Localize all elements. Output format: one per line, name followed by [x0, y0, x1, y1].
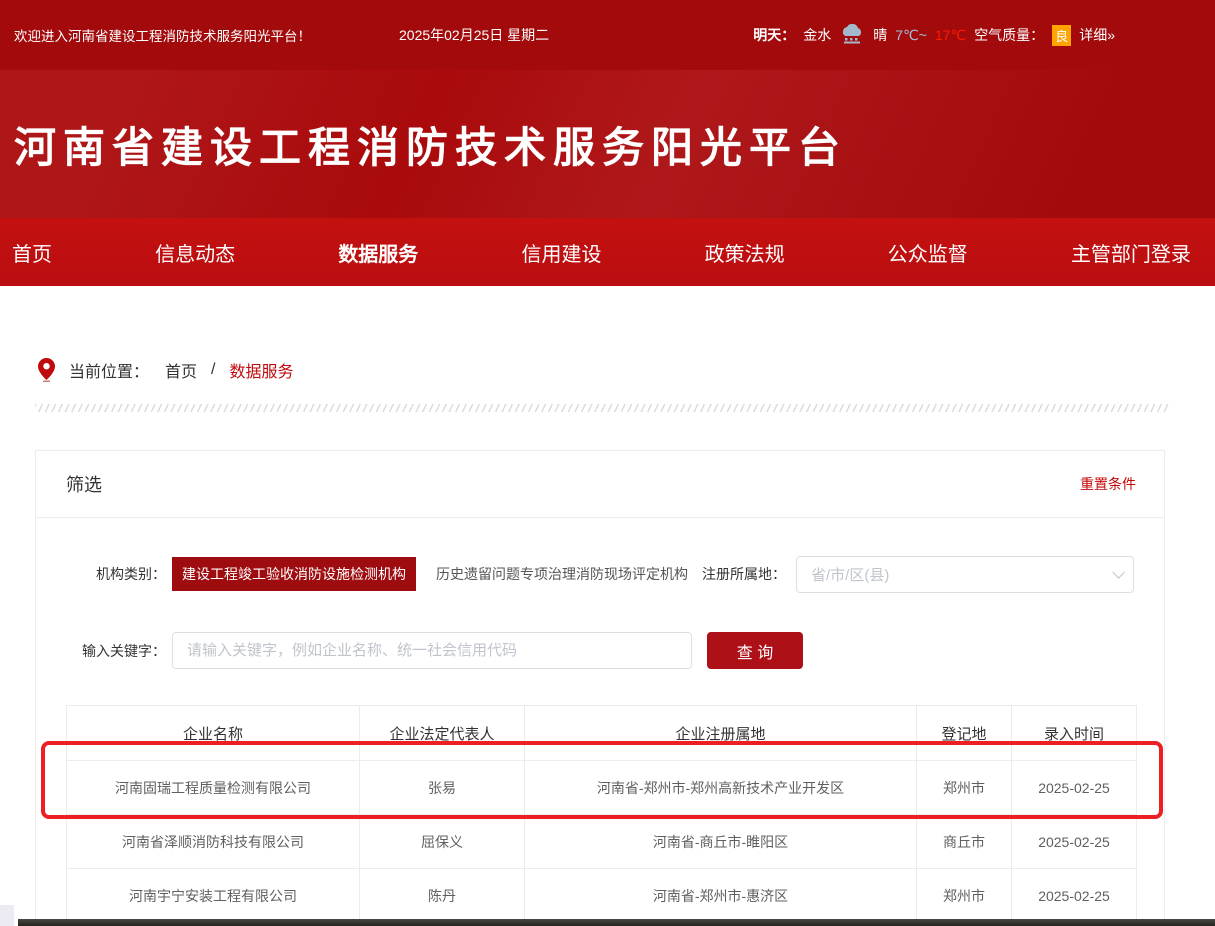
filter-panel-body: 机构类别： 建设工程竣工验收消防设施检测机构历史遗留问题专项治理消防现场评定机构… — [36, 556, 1164, 923]
category-label: 机构类别： — [66, 564, 166, 584]
search-button[interactable]: 查 询 — [707, 632, 803, 669]
weather-tomorrow-label: 明天： — [753, 25, 795, 45]
table-cell: 2025-02-25 — [1012, 761, 1137, 815]
filter-panel: 筛选 重置条件 机构类别： 建设工程竣工验收消防设施检测机构历史遗留问题专项治理… — [35, 450, 1165, 926]
table-cell: 河南宇宁安装工程有限公司 — [67, 869, 360, 923]
chevron-down-icon — [1112, 566, 1125, 579]
bottom-left-corner — [0, 905, 14, 926]
table-cell: 郑州市 — [917, 761, 1012, 815]
table-cell: 河南省-商丘市-睢阳区 — [525, 815, 917, 869]
table-cell: 2025-02-25 — [1012, 815, 1137, 869]
category-options: 建设工程竣工验收消防设施检测机构历史遗留问题专项治理消防现场评定机构 — [172, 557, 698, 591]
column-header: 企业注册属地 — [525, 706, 917, 761]
nav-item-5[interactable]: 公众监督 — [888, 238, 968, 267]
keyword-label: 输入关键字： — [66, 641, 166, 661]
filter-panel-header: 筛选 重置条件 — [36, 451, 1164, 518]
nav-item-1[interactable]: 信息动态 — [155, 238, 235, 267]
breadcrumb-current-link[interactable]: 数据服务 — [229, 358, 293, 382]
region-select[interactable]: 省/市/区(县) — [796, 556, 1134, 593]
table-cell: 河南省-郑州市-惠济区 — [525, 869, 917, 923]
location-pin-icon — [38, 358, 55, 382]
topbar: 欢迎进入河南省建设工程消防技术服务阳光平台！ 2025年02月25日 星期二 明… — [0, 0, 1215, 70]
table-cell: 陈丹 — [360, 869, 525, 923]
table-cell: 河南省泽顺消防科技有限公司 — [67, 815, 360, 869]
region-filter-group: 注册所属地： 省/市/区(县) — [702, 556, 1134, 593]
breadcrumb: 当前位置： 首页 / 数据服务 — [38, 356, 1215, 384]
welcome-text: 欢迎进入河南省建设工程消防技术服务阳光平台！ — [14, 25, 311, 45]
table-cell: 河南固瑞工程质量检测有限公司 — [67, 761, 360, 815]
breadcrumb-label: 当前位置： — [69, 358, 149, 382]
table-row-0[interactable]: 河南固瑞工程质量检测有限公司张易河南省-郑州市-郑州高新技术产业开发区郑州市20… — [67, 761, 1137, 815]
nav-item-4[interactable]: 政策法规 — [705, 238, 785, 267]
table-row-2[interactable]: 河南宇宁安装工程有限公司陈丹河南省-郑州市-惠济区郑州市2025-02-25 — [67, 869, 1137, 923]
page-content: 当前位置： 首页 / 数据服务 筛选 重置条件 机构类别： 建设工程竣工验收消防… — [0, 356, 1215, 926]
nav-item-0[interactable]: 首页 — [12, 238, 52, 267]
cloud-rain-icon — [839, 24, 865, 46]
results-table: 企业名称企业法定代表人企业注册属地登记地录入时间 河南固瑞工程质量检测有限公司张… — [66, 705, 1137, 923]
site-header: 河南省建设工程消防技术服务阳光平台 — [0, 70, 1215, 218]
category-option-1[interactable]: 历史遗留问题专项治理消防现场评定机构 — [426, 557, 698, 591]
temp-high: 17℃ — [935, 27, 966, 44]
weather-district: 金水 — [803, 25, 831, 45]
table-header-row: 企业名称企业法定代表人企业注册属地登记地录入时间 — [67, 706, 1137, 761]
keyword-filter-row: 输入关键字： 查 询 — [66, 632, 1134, 669]
breadcrumb-home-link[interactable]: 首页 — [165, 358, 197, 382]
region-label: 注册所属地： — [702, 564, 786, 584]
weather-condition: 晴 — [873, 25, 887, 45]
site-title: 河南省建设工程消防技术服务阳光平台 — [0, 114, 847, 175]
column-header: 登记地 — [917, 706, 1012, 761]
breadcrumb-separator: / — [211, 361, 215, 379]
weather-detail-link[interactable]: 详细» — [1079, 25, 1115, 45]
temp-low: 7℃~ — [895, 27, 927, 44]
table-row-1[interactable]: 河南省泽顺消防科技有限公司屈保义河南省-商丘市-睢阳区商丘市2025-02-25 — [67, 815, 1137, 869]
region-select-placeholder: 省/市/区(县) — [811, 564, 1112, 585]
weather-widget: 明天： 金水 晴 7℃~ 17℃ 空气质量： 良 详细» — [753, 24, 1115, 46]
divider-hatch — [35, 404, 1170, 412]
reset-filters-link[interactable]: 重置条件 — [1080, 474, 1136, 494]
keyword-input[interactable] — [172, 632, 692, 669]
nav-item-3[interactable]: 信用建设 — [521, 238, 601, 267]
category-filter-row: 机构类别： 建设工程竣工验收消防设施检测机构历史遗留问题专项治理消防现场评定机构… — [66, 556, 1134, 592]
column-header: 企业名称 — [67, 706, 360, 761]
table-cell: 屈保义 — [360, 815, 525, 869]
air-quality-label: 空气质量： — [974, 25, 1044, 45]
category-option-0[interactable]: 建设工程竣工验收消防设施检测机构 — [172, 557, 416, 591]
date-text: 2025年02月25日 星期二 — [399, 25, 549, 45]
table-cell: 2025-02-25 — [1012, 869, 1137, 923]
main-nav: 首页 信息动态 数据服务 信用建设 政策法规 公众监督 主管部门登录 — [0, 218, 1215, 286]
air-quality-badge: 良 — [1052, 25, 1071, 46]
table-cell: 张易 — [360, 761, 525, 815]
column-header: 录入时间 — [1012, 706, 1137, 761]
column-header: 企业法定代表人 — [360, 706, 525, 761]
table-cell: 商丘市 — [917, 815, 1012, 869]
table-cell: 河南省-郑州市-郑州高新技术产业开发区 — [525, 761, 917, 815]
horizontal-scrollbar[interactable] — [18, 919, 1215, 926]
nav-item-2[interactable]: 数据服务 — [338, 238, 418, 267]
panel-title: 筛选 — [66, 471, 102, 497]
table-cell: 郑州市 — [917, 869, 1012, 923]
nav-item-6[interactable]: 主管部门登录 — [1071, 238, 1191, 267]
